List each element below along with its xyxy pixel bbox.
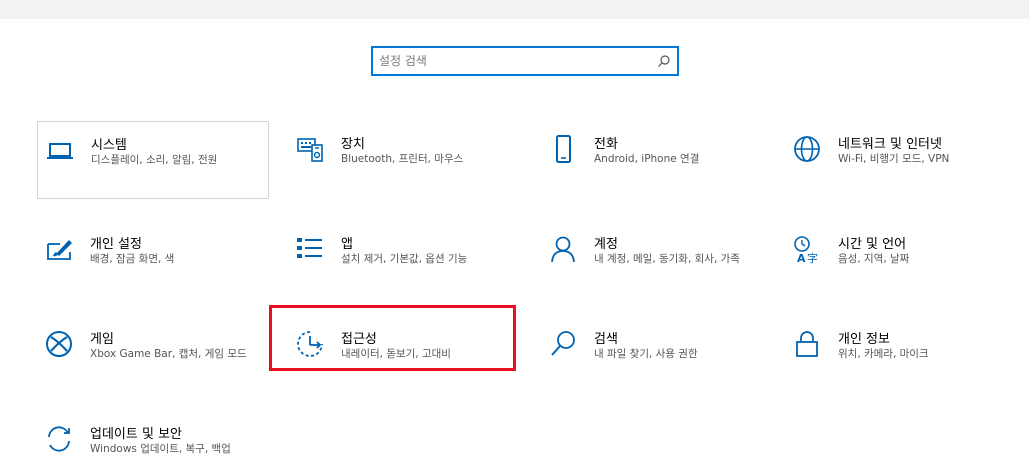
laptop-icon [45,135,75,165]
tile-title: 업데이트 및 보안 [90,427,182,442]
tile-privacy[interactable]: 개인 정보 위치, 카메라, 마이크 [785,316,1017,378]
tile-desc: 설치 제거, 기본값, 옵션 기능 [341,253,468,265]
apps-list-icon [295,234,325,264]
tile-apps[interactable]: 앱 설치 제거, 기본값, 옵션 기능 [288,221,520,283]
tile-title: 네트워크 및 인터넷 [838,137,942,152]
search-box[interactable] [371,46,679,76]
tile-title: 장치 [341,137,365,152]
tile-gaming[interactable]: 게임 Xbox Game Bar, 캡처, 게임 모드 [37,316,269,378]
search-icon [548,329,578,359]
tile-network[interactable]: 네트워크 및 인터넷 Wi-Fi, 비행기 모드, VPN [785,121,1017,183]
tile-desc: Android, iPhone 연결 [594,153,700,165]
time-language-icon: A字 [792,234,822,265]
tile-desc: 내 계정, 메일, 동기화, 회사, 가족 [594,253,740,265]
devices-icon [295,134,325,164]
tile-title: 계정 [594,237,618,252]
tile-accounts[interactable]: 계정 내 계정, 메일, 동기화, 회사, 가족 [541,221,773,283]
tile-desc: 위치, 카메라, 마이크 [838,348,929,360]
tile-title: 개인 정보 [838,332,890,347]
tile-desc: Windows 업데이트, 복구, 백업 [90,443,231,455]
title-bar [0,0,1029,19]
person-icon [548,234,578,264]
tile-desc: Wi-Fi, 비행기 모드, VPN [838,153,950,165]
xbox-icon [44,329,74,359]
tile-desc: 배경, 잠금 화면, 색 [90,253,175,265]
svg-text:字: 字 [807,251,818,264]
lock-icon [792,329,822,359]
tile-personalization[interactable]: 개인 설정 배경, 잠금 화면, 색 [37,221,269,283]
tile-title: 앱 [341,237,353,252]
tile-search[interactable]: 검색 내 파일 찾기, 사용 권한 [541,316,773,378]
personalization-icon [44,234,74,264]
tile-desc: Xbox Game Bar, 캡처, 게임 모드 [90,348,247,360]
tile-title: 시간 및 언어 [838,237,907,252]
search-icon[interactable] [657,54,671,68]
search-input[interactable] [379,51,649,71]
tile-desc: 내 파일 찾기, 사용 권한 [594,348,698,360]
tile-desc: Bluetooth, 프린터, 마우스 [341,153,464,165]
tile-time-language[interactable]: A字 시간 및 언어 음성, 지역, 날짜 [785,221,1017,283]
tile-title: 시스템 [91,138,127,153]
tile-title: 전화 [594,137,618,152]
tile-title: 게임 [90,332,114,347]
globe-icon [792,134,822,164]
svg-text:A: A [797,252,806,264]
tile-update-security[interactable]: 업데이트 및 보안 Windows 업데이트, 복구, 백업 [37,411,269,473]
update-icon [44,424,74,454]
tile-phone[interactable]: 전화 Android, iPhone 연결 [541,121,773,183]
tile-title: 개인 설정 [90,237,142,252]
tile-desc: 음성, 지역, 날짜 [838,253,910,265]
tile-desc: 디스플레이, 소리, 알림, 전원 [91,154,218,166]
highlight-box [269,305,516,371]
tile-title: 검색 [594,332,618,347]
tile-system[interactable]: 시스템 디스플레이, 소리, 알림, 전원 [37,121,269,199]
tile-devices[interactable]: 장치 Bluetooth, 프린터, 마우스 [288,121,520,183]
phone-icon [548,134,578,164]
